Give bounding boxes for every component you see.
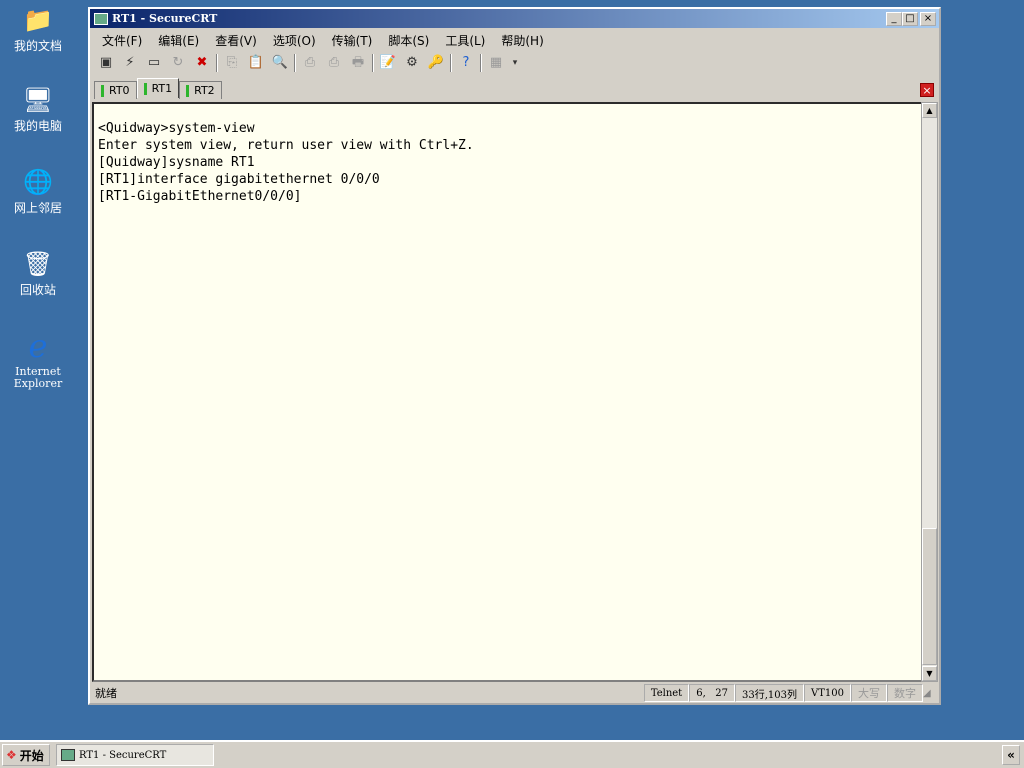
connect-tab-icon[interactable]: ▭ [144, 53, 164, 73]
printer-icon[interactable]: 🖶 [348, 53, 368, 73]
connect-icon[interactable]: ▣ [96, 53, 116, 73]
desktop-icon-my-documents[interactable]: 📁 我的文档 [4, 4, 72, 52]
separator [294, 54, 296, 72]
menu-script[interactable]: 脚本(S) [388, 32, 429, 49]
close-button[interactable]: × [920, 12, 936, 26]
recycle-bin-icon: 🗑 [22, 250, 54, 278]
help-icon[interactable]: ? [456, 53, 476, 73]
terminal-line: <Quidway>system-view [98, 121, 255, 136]
status-num: 数字 [887, 684, 923, 702]
menu-view[interactable]: 查看(V) [215, 32, 257, 49]
status-caps: 大写 [851, 684, 887, 702]
tab-rt1[interactable]: RT1 [136, 78, 180, 98]
menu-transfer[interactable]: 传输(T) [332, 32, 373, 49]
status-protocol: Telnet [643, 684, 690, 702]
toolbar-overflow-icon[interactable]: ▾ [510, 53, 520, 73]
menu-tools[interactable]: 工具(L) [445, 32, 485, 49]
scroll-up-button[interactable]: ▲ [922, 103, 937, 118]
network-icon: 🌐 [23, 168, 53, 196]
resize-grip-icon[interactable]: ◢ [923, 688, 937, 699]
separator [372, 54, 374, 72]
taskbar: ❖ 开始 RT1 - SecureCRT « [0, 740, 1024, 768]
menu-options[interactable]: 选项(O) [273, 32, 316, 49]
status-bar-icon [186, 84, 190, 97]
menu-bar: 文件(F) 编辑(E) 查看(V) 选项(O) 传输(T) 脚本(S) 工具(L… [90, 30, 939, 50]
task-label: RT1 - SecureCRT [79, 749, 167, 761]
computer-icon: 🖥 [22, 86, 54, 114]
icon-label: 网上邻居 [13, 201, 62, 215]
status-cursor: 6, 27 [689, 684, 736, 702]
separator [216, 54, 218, 72]
desktop-icon-network[interactable]: 🌐 网上邻居 [4, 166, 72, 214]
icon-label: 我的电脑 [13, 119, 62, 133]
terminal-output[interactable]: <Quidway>system-view Enter system view, r… [92, 102, 923, 682]
start-label: 开始 [19, 748, 44, 763]
close-tab-icon[interactable]: × [920, 83, 934, 97]
ie-icon: e [28, 327, 48, 365]
title-bar[interactable]: RT1 - SecureCRT [90, 9, 939, 28]
menu-help[interactable]: 帮助(H) [501, 32, 543, 49]
terminal-line: [RT1]interface gigabitethernet 0/0/0 [98, 172, 380, 187]
desktop-icon-ie[interactable]: e Internet Explorer [4, 330, 72, 390]
maximize-button[interactable]: □ [902, 12, 918, 26]
print-icon[interactable]: ⎙ [300, 53, 320, 73]
tab-rt0[interactable]: RT0 [94, 81, 137, 99]
tab-label: RT2 [194, 84, 215, 97]
quick-connect-icon[interactable]: ⚡ [120, 53, 140, 73]
taskbar-item-securecrt[interactable]: RT1 - SecureCRT [56, 744, 214, 766]
terminal-line: Enter system view, return user view with… [98, 138, 474, 153]
icon-label: Internet Explorer [13, 365, 63, 390]
securecrt-window: RT1 - SecureCRT _ □ × 文件(F) 编辑(E) 查看(V) … [88, 7, 941, 705]
paste-icon[interactable]: 📋 [246, 53, 266, 73]
app-icon [94, 12, 108, 25]
tray-expand-button[interactable]: « [1002, 745, 1020, 765]
copy-icon[interactable]: ⎘ [222, 53, 242, 73]
status-size: 33行,103列 [735, 684, 805, 702]
status-bar: 就绪 Telnet 6, 27 33行,103列 VT100 大写 数字 ◢ [92, 683, 937, 703]
icon-label: 我的文档 [13, 39, 62, 53]
app-icon [61, 749, 75, 761]
separator [450, 54, 452, 72]
terminal-line: [RT1-GigabitEthernet0/0/0] [98, 189, 302, 204]
menu-file[interactable]: 文件(F) [102, 32, 142, 49]
windows-logo-icon: ❖ [6, 748, 17, 762]
status-ready: 就绪 [95, 687, 117, 700]
status-bar-icon [143, 82, 147, 95]
global-options-icon[interactable]: ⚙ [402, 53, 422, 73]
session-tabs: RT0 RT1 RT2 [94, 78, 222, 99]
print-selection-icon[interactable]: ⎙ [324, 53, 344, 73]
status-emulation: VT100 [804, 684, 851, 702]
reconnect-icon[interactable]: ↻ [168, 53, 188, 73]
tab-label: RT1 [151, 82, 173, 95]
desktop-icon-my-computer[interactable]: 🖥 我的电脑 [4, 84, 72, 132]
sftp-icon[interactable]: ▦ [486, 53, 506, 73]
toolbar: ▣ ⚡ ▭ ↻ ✖ ⎘ 📋 🔍 ⎙ ⎙ 🖶 📝 ⚙ 🔑 ? ▦ ▾ [90, 50, 939, 76]
separator [480, 54, 482, 72]
desktop-icon-recycle-bin[interactable]: 🗑 回收站 [4, 248, 72, 296]
disconnect-icon[interactable]: ✖ [192, 53, 212, 73]
vertical-scrollbar[interactable]: ▲ ▼ [921, 102, 938, 682]
start-button[interactable]: ❖ 开始 [2, 744, 50, 766]
scroll-down-button[interactable]: ▼ [922, 666, 937, 681]
window-title: RT1 - SecureCRT [112, 12, 218, 25]
scroll-thumb[interactable] [922, 528, 937, 665]
folder-icon: 📁 [23, 6, 53, 34]
terminal-line: [Quidway]sysname RT1 [98, 155, 255, 170]
keymap-icon[interactable]: 🔑 [426, 53, 446, 73]
tab-label: RT0 [109, 84, 130, 97]
minimize-button[interactable]: _ [886, 12, 902, 26]
menu-edit[interactable]: 编辑(E) [158, 32, 199, 49]
find-icon[interactable]: 🔍 [270, 53, 290, 73]
tab-rt2[interactable]: RT2 [179, 81, 222, 99]
session-options-icon[interactable]: 📝 [378, 53, 398, 73]
icon-label: 回收站 [19, 283, 56, 297]
status-bar-icon [101, 84, 104, 97]
